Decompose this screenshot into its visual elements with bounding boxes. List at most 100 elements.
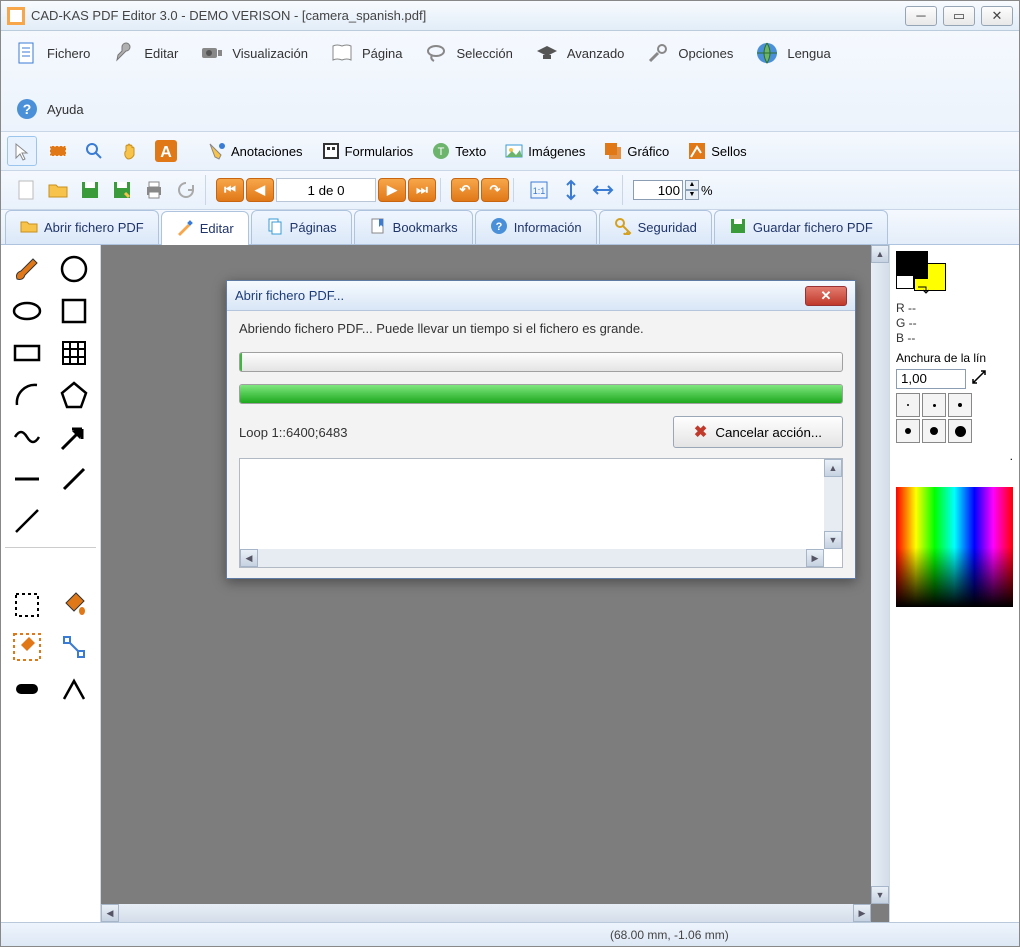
point-3[interactable]	[948, 393, 972, 417]
text-tool[interactable]: A	[151, 136, 181, 166]
save-button[interactable]	[75, 175, 105, 205]
anotaciones-button[interactable]: Anotaciones	[201, 138, 309, 164]
g-value: G --	[896, 316, 1013, 330]
linewidth-label: Anchura de la lín	[896, 351, 1013, 365]
dialog-vscroll[interactable]: ▲ ▼	[824, 459, 842, 549]
tab-guardar[interactable]: Guardar fichero PDF	[714, 210, 888, 244]
tab-informacion[interactable]: ? Información	[475, 210, 597, 244]
bucket-select-tool[interactable]	[5, 627, 50, 667]
actual-size-button[interactable]: 1:1	[524, 175, 554, 205]
zoom-tool[interactable]	[79, 136, 109, 166]
page-indicator-input[interactable]	[276, 178, 376, 202]
linewidth-input[interactable]	[896, 369, 966, 389]
refresh-button[interactable]	[171, 175, 201, 205]
horizontal-scrollbar[interactable]: ◀ ▶	[101, 904, 871, 922]
scroll-down-button[interactable]: ▼	[871, 886, 889, 904]
square-tool[interactable]	[52, 291, 97, 331]
menu-lengua[interactable]: Lengua	[749, 37, 834, 69]
pointer-tool[interactable]	[7, 136, 37, 166]
arrow-tool[interactable]	[52, 417, 97, 457]
formularios-button[interactable]: Formularios	[315, 138, 420, 164]
zoom-down[interactable]: ▼	[685, 190, 699, 200]
linewidth-stepper-icon[interactable]	[970, 368, 988, 389]
tab-bookmarks[interactable]: Bookmarks	[354, 210, 473, 244]
zoom-up[interactable]: ▲	[685, 180, 699, 190]
menu-seleccion[interactable]: Selección	[418, 37, 516, 69]
tab-abrir[interactable]: Abrir fichero PDF	[5, 210, 159, 244]
minimize-button[interactable]: ─	[905, 6, 937, 26]
ellipse-tool[interactable]	[5, 291, 50, 331]
menu-pagina[interactable]: Página	[324, 37, 406, 69]
color-swatches[interactable]	[896, 251, 1013, 291]
caret-tool[interactable]	[52, 669, 97, 709]
canvas-area[interactable]: ▲ ▼ ◀ ▶ Abrir fichero PDF... ✕ Abriendo …	[101, 245, 889, 922]
dlg-scroll-up[interactable]: ▲	[824, 459, 842, 477]
select-rect-tool[interactable]	[43, 136, 73, 166]
dlg-scroll-left[interactable]: ◀	[240, 549, 258, 567]
brush-tool[interactable]	[5, 249, 50, 289]
cancel-action-button[interactable]: ✖ Cancelar acción...	[673, 416, 843, 448]
document-tabs: Abrir fichero PDF Editar Páginas Bookmar…	[1, 210, 1019, 245]
imagenes-button[interactable]: Imágenes	[498, 138, 591, 164]
close-button[interactable]: ✕	[981, 6, 1013, 26]
menu-avanzado[interactable]: Avanzado	[529, 37, 629, 69]
save-as-button[interactable]	[107, 175, 137, 205]
circle-tool[interactable]	[52, 249, 97, 289]
wave-tool[interactable]	[5, 417, 50, 457]
arc-tool[interactable]	[5, 375, 50, 415]
dlg-scroll-down[interactable]: ▼	[824, 531, 842, 549]
diag-line-tool[interactable]	[52, 459, 97, 499]
hline-tool[interactable]	[5, 459, 50, 499]
tab-seguridad[interactable]: Seguridad	[599, 210, 712, 244]
prev-page-button[interactable]: ◀	[246, 178, 274, 202]
new-button[interactable]	[11, 175, 41, 205]
sellos-button[interactable]: Sellos	[681, 138, 752, 164]
open-button[interactable]	[43, 175, 73, 205]
zoom-input[interactable]	[633, 180, 683, 200]
tab-paginas[interactable]: Páginas	[251, 210, 352, 244]
menu-visualizacion[interactable]: Visualización	[194, 37, 312, 69]
swap-swatch[interactable]	[896, 275, 914, 289]
point-4[interactable]	[896, 419, 920, 443]
color-picker-gradient[interactable]	[896, 487, 1013, 607]
rect-tool[interactable]	[5, 333, 50, 373]
bucket-tool[interactable]	[52, 585, 97, 625]
next-page-button[interactable]: ▶	[378, 178, 406, 202]
undo-button[interactable]: ↶	[451, 178, 479, 202]
vertical-scrollbar[interactable]: ▲ ▼	[871, 245, 889, 904]
print-button[interactable]	[139, 175, 169, 205]
grafico-button[interactable]: Gráfico	[597, 138, 675, 164]
line-tool[interactable]	[5, 501, 50, 541]
first-page-button[interactable]: ⏮	[216, 178, 244, 202]
menu-opciones[interactable]: Opciones	[640, 37, 737, 69]
texto-button[interactable]: T Texto	[425, 138, 492, 164]
point-2[interactable]	[922, 393, 946, 417]
marquee-tool[interactable]	[5, 585, 50, 625]
hand-tool[interactable]	[115, 136, 145, 166]
grid-tool[interactable]	[52, 333, 97, 373]
dialog-hscroll[interactable]: ◀ ▶	[240, 549, 824, 567]
fit-width-button[interactable]	[588, 175, 618, 205]
svg-text:?: ?	[495, 221, 502, 233]
fit-height-button[interactable]	[556, 175, 586, 205]
scroll-left-button[interactable]: ◀	[101, 904, 119, 922]
point-6[interactable]	[948, 419, 972, 443]
point-1[interactable]	[896, 393, 920, 417]
bookmark-icon	[369, 217, 387, 238]
maximize-button[interactable]: ▭	[943, 6, 975, 26]
dialog-log-area[interactable]: ▲ ▼ ◀ ▶	[239, 458, 843, 568]
capsule-tool[interactable]	[5, 669, 50, 709]
scroll-right-button[interactable]: ▶	[853, 904, 871, 922]
dlg-scroll-right[interactable]: ▶	[806, 549, 824, 567]
scroll-up-button[interactable]: ▲	[871, 245, 889, 263]
point-5[interactable]	[922, 419, 946, 443]
redo-button[interactable]: ↷	[481, 178, 509, 202]
menu-ayuda[interactable]: ? Ayuda	[9, 93, 88, 125]
last-page-button[interactable]: ⏭	[408, 178, 436, 202]
dialog-close-button[interactable]: ✕	[805, 286, 847, 306]
polygon-tool[interactable]	[52, 375, 97, 415]
menu-fichero[interactable]: Fichero	[9, 37, 94, 69]
node-tool[interactable]	[52, 627, 97, 667]
menu-editar[interactable]: Editar	[106, 37, 182, 69]
tab-editar[interactable]: Editar	[161, 211, 249, 245]
